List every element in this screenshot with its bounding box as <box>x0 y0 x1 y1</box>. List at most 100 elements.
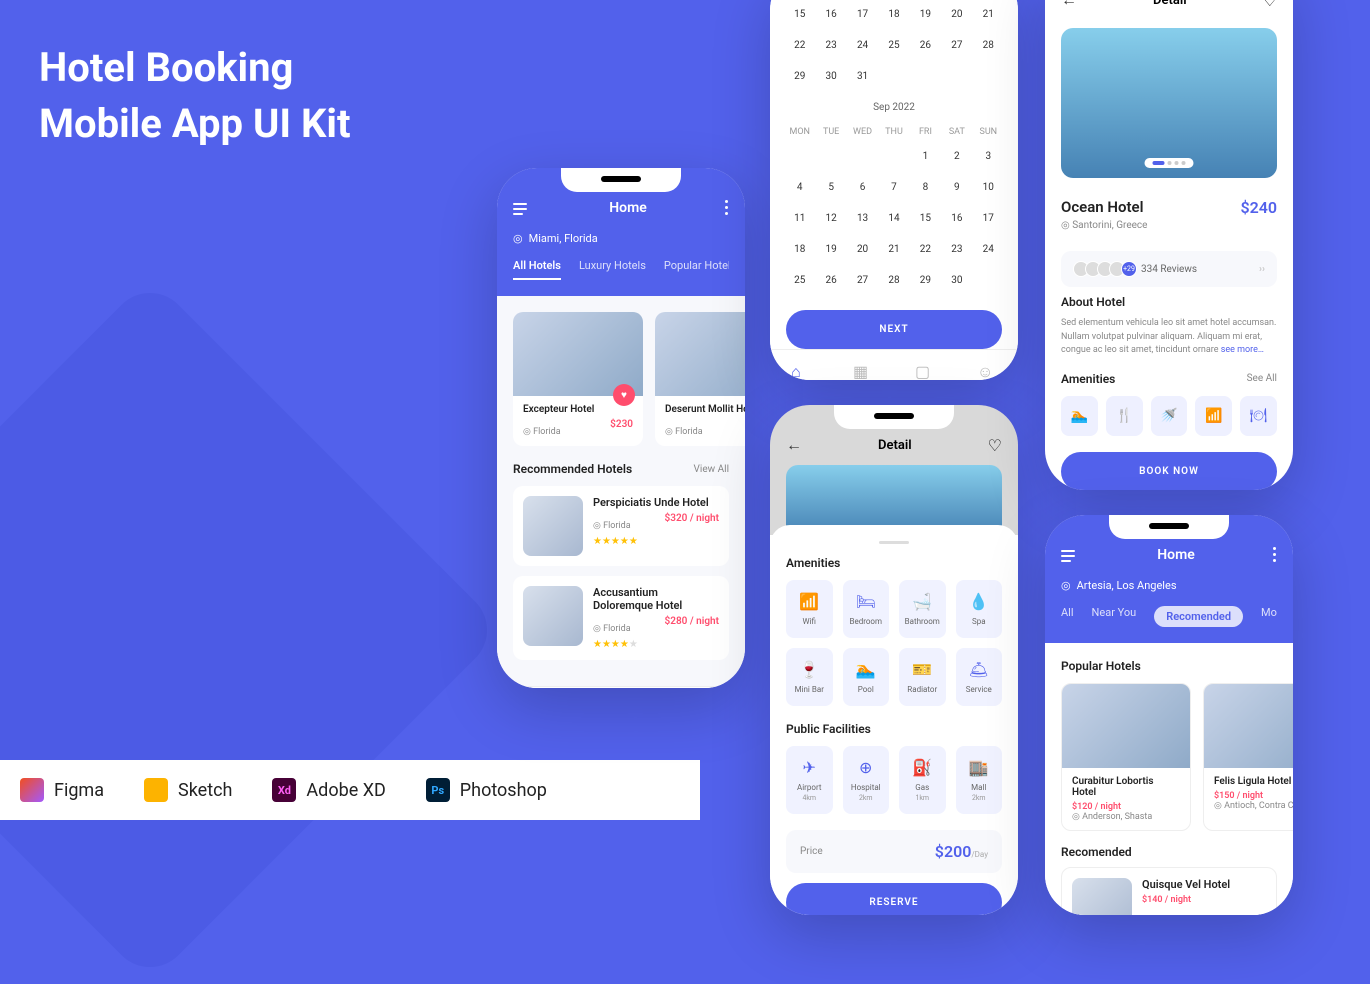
hotel-card[interactable]: Deserunt Mollit Hot ◎ Florida <box>655 312 745 446</box>
calendar-date[interactable]: 30 <box>943 267 970 294</box>
calendar-date[interactable]: 1 <box>912 143 939 170</box>
see-all-link[interactable]: See All <box>1247 373 1277 384</box>
calendar-date[interactable]: 6 <box>849 174 876 201</box>
calendar-date[interactable]: 19 <box>912 1 939 28</box>
amenity-item[interactable]: 🎫Radiator <box>899 648 946 706</box>
calendar-date[interactable]: 29 <box>912 267 939 294</box>
calendar-date[interactable]: 31 <box>849 63 876 90</box>
amenity-icon[interactable]: 🚿 <box>1151 396 1188 436</box>
tab-recommended[interactable]: Recomended <box>1154 606 1243 627</box>
heart-icon[interactable]: ♥ <box>613 384 635 406</box>
map-icon[interactable]: ▦ <box>853 362 873 380</box>
calendar-date[interactable]: 12 <box>817 205 844 232</box>
calendar-date[interactable]: 16 <box>943 205 970 232</box>
menu-icon[interactable] <box>1061 548 1079 562</box>
facility-item[interactable]: ⛽Gas1km <box>899 746 946 814</box>
reserve-button[interactable]: RESERVE <box>786 883 1002 915</box>
calendar-date[interactable]: 25 <box>880 32 907 59</box>
next-button[interactable]: NEXT <box>786 310 1002 349</box>
calendar-date[interactable]: 27 <box>849 267 876 294</box>
calendar-date[interactable] <box>912 63 939 90</box>
amenity-icon[interactable]: 🏊 <box>1061 396 1098 436</box>
calendar-date[interactable]: 2 <box>943 143 970 170</box>
list-item[interactable]: Perspiciatis Unde Hotel ◎ Florida $320 /… <box>513 486 729 566</box>
calendar-date[interactable]: 15 <box>912 205 939 232</box>
amenity-item[interactable]: 📶Wifi <box>786 580 833 638</box>
amenity-item[interactable]: 🛎Service <box>956 648 1003 706</box>
calendar-date[interactable]: 19 <box>817 236 844 263</box>
amenity-item[interactable]: 🛏Bedroom <box>843 580 890 638</box>
see-more-link[interactable]: see more… <box>1221 345 1264 355</box>
hotel-card[interactable]: Curabitur Lobortis Hotel $120 / night ◎ … <box>1061 683 1191 831</box>
calendar-date[interactable] <box>880 63 907 90</box>
home-icon[interactable]: ⌂ <box>791 362 811 380</box>
calendar-date[interactable]: 17 <box>975 205 1002 232</box>
calendar-date[interactable]: 24 <box>849 32 876 59</box>
calendar-date[interactable]: 16 <box>817 1 844 28</box>
calendar-date[interactable]: 24 <box>975 236 1002 263</box>
more-icon[interactable] <box>1273 547 1277 563</box>
profile-icon[interactable]: ☺ <box>977 362 997 380</box>
menu-icon[interactable] <box>513 201 531 215</box>
list-item[interactable]: Quisque Vel Hotel $140 / night <box>1061 867 1277 915</box>
tab-mostviewed[interactable]: Most Viewed <box>1261 606 1277 627</box>
amenity-item[interactable]: 💧Spa <box>956 580 1003 638</box>
calendar-date[interactable]: 3 <box>975 143 1002 170</box>
calendar-date[interactable] <box>943 63 970 90</box>
calendar-date[interactable]: 26 <box>912 32 939 59</box>
back-icon[interactable]: ← <box>786 435 802 455</box>
calendar-date[interactable]: 13 <box>849 205 876 232</box>
location-row[interactable]: ◎Artesia, Los Angeles <box>1061 579 1277 592</box>
calendar-date[interactable]: 7 <box>880 174 907 201</box>
location-row[interactable]: ◎Miami, Florida <box>513 232 729 245</box>
calendar-date[interactable]: 26 <box>817 267 844 294</box>
calendar-date[interactable]: 20 <box>849 236 876 263</box>
calendar-date[interactable]: 21 <box>880 236 907 263</box>
amenity-item[interactable]: 🍷Mini Bar <box>786 648 833 706</box>
calendar-date[interactable]: 28 <box>880 267 907 294</box>
drag-handle[interactable] <box>879 541 909 544</box>
tab-nearyou[interactable]: Near You <box>1092 606 1137 627</box>
amenity-item[interactable]: 🏊Pool <box>843 648 890 706</box>
calendar-date[interactable]: 10 <box>975 174 1002 201</box>
calendar-date[interactable]: 14 <box>880 205 907 232</box>
tab-all-hotels[interactable]: All Hotels <box>513 259 561 280</box>
hotel-card[interactable]: Felis Ligula Hotel $150 / night ◎ Antioc… <box>1203 683 1293 831</box>
tab-popular[interactable]: Popular Hotels <box>664 259 729 280</box>
calendar-date[interactable]: 29 <box>786 63 813 90</box>
heart-icon[interactable]: ♡ <box>1263 0 1277 10</box>
calendar-date[interactable]: 8 <box>912 174 939 201</box>
tab-luxury[interactable]: Luxury Hotels <box>579 259 646 280</box>
calendar-date[interactable]: 23 <box>817 32 844 59</box>
view-all-link[interactable]: View All <box>694 464 729 475</box>
calendar-date[interactable]: 18 <box>880 1 907 28</box>
calendar-date[interactable]: 18 <box>786 236 813 263</box>
facility-item[interactable]: ✈Airport4km <box>786 746 833 814</box>
calendar-date[interactable]: 30 <box>817 63 844 90</box>
calendar-date[interactable]: 15 <box>786 1 813 28</box>
amenity-icon[interactable]: 🍽 <box>1240 396 1277 436</box>
hotel-card[interactable]: ♥ Excepteur Hotel ◎ Florida $230 <box>513 312 643 446</box>
facility-item[interactable]: 🏬Mall2km <box>956 746 1003 814</box>
book-now-button[interactable]: BOOK NOW <box>1061 452 1277 491</box>
calendar-date[interactable]: 4 <box>786 174 813 201</box>
calendar-date[interactable]: 5 <box>817 174 844 201</box>
calendar-date[interactable]: 21 <box>975 1 1002 28</box>
calendar-date[interactable]: 28 <box>975 32 1002 59</box>
amenity-item[interactable]: 🛁Bathroom <box>899 580 946 638</box>
list-item[interactable]: Accusantium Doloremque Hotel ◎ Florida $… <box>513 576 729 660</box>
calendar-date[interactable] <box>975 63 1002 90</box>
heart-icon[interactable]: ♡ <box>988 436 1002 455</box>
tab-all[interactable]: All <box>1061 606 1074 627</box>
calendar-date[interactable]: 22 <box>912 236 939 263</box>
facility-item[interactable]: ⊕Hospital2km <box>843 746 890 814</box>
calendar-date[interactable]: 17 <box>849 1 876 28</box>
back-icon[interactable]: ← <box>1061 0 1077 10</box>
calendar-date[interactable]: 22 <box>786 32 813 59</box>
calendar-date[interactable]: 9 <box>943 174 970 201</box>
calendar-date[interactable]: 25 <box>786 267 813 294</box>
calendar-date[interactable]: 23 <box>943 236 970 263</box>
calendar-date[interactable]: 11 <box>786 205 813 232</box>
amenity-icon[interactable]: 📶 <box>1195 396 1232 436</box>
amenity-icon[interactable]: 🍴 <box>1106 396 1143 436</box>
